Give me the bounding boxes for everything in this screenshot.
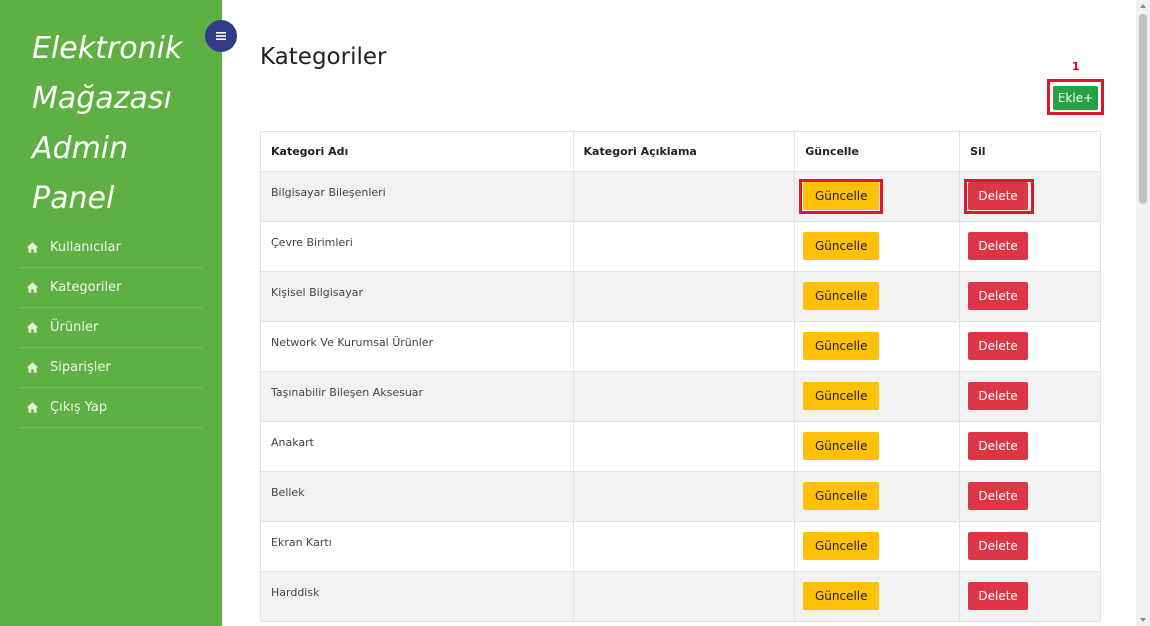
delete-button[interactable]: Delete — [968, 432, 1029, 460]
category-description — [572, 571, 796, 622]
update-button[interactable]: Güncelle — [803, 382, 880, 410]
delete-cell: Delete — [959, 521, 1101, 572]
table-row: Harddisk Güncelle Delete — [260, 571, 1101, 622]
update-button[interactable]: Güncelle — [803, 332, 880, 360]
delete-cell: Delete — [959, 371, 1101, 422]
home-icon — [26, 241, 40, 255]
update-cell: Güncelle — [794, 421, 961, 472]
table-header-row: Kategori Adı Kategori Açıklama Güncelle … — [260, 131, 1101, 172]
scroll-down-arrow-icon[interactable] — [1140, 618, 1146, 622]
scrollbar-thumb[interactable] — [1139, 14, 1147, 204]
category-description — [572, 521, 796, 572]
vertical-scrollbar[interactable] — [1136, 0, 1150, 626]
column-header: Güncelle — [794, 131, 961, 172]
brand-line: Mağazası — [32, 81, 172, 116]
add-category-button[interactable]: Ekle+ — [1053, 86, 1098, 110]
home-icon — [26, 401, 40, 415]
sidebar-item-label: Kullanıcılar — [50, 240, 121, 255]
category-name: Kişisel Bilgisayar — [260, 271, 574, 322]
delete-button[interactable]: Delete — [968, 332, 1029, 360]
delete-button[interactable]: Delete — [968, 282, 1029, 310]
sidebar-item-kullanicilar[interactable]: Kullanıcılar — [20, 228, 202, 268]
update-button[interactable]: Güncelle — [803, 232, 880, 260]
update-cell: Güncelle — [794, 521, 961, 572]
category-name: Taşınabilir Bileşen Aksesuar — [260, 371, 574, 422]
sidebar-item-urunler[interactable]: Ürünler — [20, 308, 202, 348]
home-icon — [26, 321, 40, 335]
delete-cell: Delete — [959, 421, 1101, 472]
brand-title: Elektronik Mağazası Admin Panel — [32, 24, 212, 224]
brand-line: Admin — [32, 131, 129, 166]
update-button[interactable]: Güncelle — [803, 432, 880, 460]
column-header: Sil — [959, 131, 1101, 172]
sidebar-item-kategoriler[interactable]: Kategoriler — [20, 268, 202, 308]
update-cell: Güncelle — [794, 371, 961, 422]
table-row: Anakart Güncelle Delete — [260, 421, 1101, 472]
table-row: Ekran Kartı Güncelle Delete — [260, 521, 1101, 572]
update-cell: Güncelle — [794, 471, 961, 522]
home-icon — [26, 281, 40, 295]
annotation-highlight — [964, 179, 1034, 214]
category-name: Çevre Birimleri — [260, 221, 574, 272]
category-name: Ekran Kartı — [260, 521, 574, 572]
update-button[interactable]: Güncelle — [803, 482, 880, 510]
delete-button[interactable]: Delete — [968, 532, 1029, 560]
category-name: Bilgisayar Bileşenleri — [260, 171, 574, 222]
delete-cell: Delete — [959, 221, 1101, 272]
category-description — [572, 471, 796, 522]
sidebar-toggle-button[interactable] — [205, 20, 237, 52]
delete-button[interactable]: Delete — [968, 582, 1029, 610]
page-title: Kategoriler — [260, 44, 387, 70]
update-cell: Güncelle — [794, 571, 961, 622]
brand-line: Panel — [32, 181, 115, 216]
annotation-highlight — [799, 179, 883, 214]
column-header: Kategori Açıklama — [572, 131, 796, 172]
sidebar-item-cikis-yap[interactable]: Çıkış Yap — [20, 388, 202, 428]
delete-button[interactable]: Delete — [968, 232, 1029, 260]
category-description — [572, 371, 796, 422]
delete-cell: Delete — [959, 271, 1101, 322]
table-row: Taşınabilir Bileşen Aksesuar Güncelle De… — [260, 371, 1101, 422]
update-button[interactable]: Güncelle — [803, 282, 880, 310]
delete-button[interactable]: Delete — [968, 482, 1029, 510]
category-description — [572, 421, 796, 472]
column-header: Kategori Adı — [260, 131, 574, 172]
annotation-number: 1 — [1072, 60, 1080, 73]
brand-line: Elektronik — [32, 31, 183, 66]
category-description — [572, 271, 796, 322]
main-content: Kategoriler 1 Ekle+ 2 3 Kategori Adı Kat… — [222, 0, 1136, 626]
category-description — [572, 321, 796, 372]
table-row: Bellek Güncelle Delete — [260, 471, 1101, 522]
update-button[interactable]: Güncelle — [803, 532, 880, 560]
category-name: Anakart — [260, 421, 574, 472]
category-name: Harddisk — [260, 571, 574, 622]
delete-button[interactable]: Delete — [968, 382, 1029, 410]
menu-icon — [215, 30, 227, 42]
scroll-up-arrow-icon[interactable] — [1140, 4, 1146, 8]
delete-cell: Delete — [959, 571, 1101, 622]
update-button[interactable]: Güncelle — [803, 582, 880, 610]
sidebar-item-siparisler[interactable]: Siparişler — [20, 348, 202, 388]
home-icon — [26, 361, 40, 375]
sidebar-item-label: Çıkış Yap — [50, 400, 108, 415]
delete-cell: Delete — [959, 321, 1101, 372]
sidebar-menu: Kullanıcılar Kategoriler Ürünler Sipariş… — [20, 228, 202, 428]
sidebar-item-label: Kategoriler — [50, 280, 122, 295]
sidebar-item-label: Ürünler — [50, 320, 99, 335]
update-cell: Güncelle — [794, 271, 961, 322]
sidebar-item-label: Siparişler — [50, 360, 111, 375]
category-description — [572, 171, 796, 222]
category-description — [572, 221, 796, 272]
table-row: Çevre Birimleri Güncelle Delete — [260, 221, 1101, 272]
sidebar: Elektronik Mağazası Admin Panel Kullanıc… — [0, 0, 222, 626]
table-row: Kişisel Bilgisayar Güncelle Delete — [260, 271, 1101, 322]
category-name: Bellek — [260, 471, 574, 522]
delete-cell: Delete — [959, 471, 1101, 522]
table-row: Network Ve Kurumsal Ürünler Güncelle Del… — [260, 321, 1101, 372]
update-cell: Güncelle — [794, 221, 961, 272]
update-cell: Güncelle — [794, 321, 961, 372]
category-name: Network Ve Kurumsal Ürünler — [260, 321, 574, 372]
